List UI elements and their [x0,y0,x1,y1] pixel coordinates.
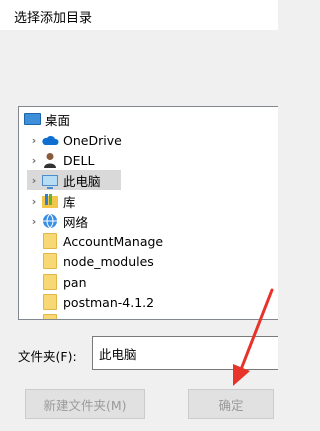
tree-item-libraries[interactable]: › 库 [27,191,76,211]
folder-icon [41,253,59,269]
tree-item-network[interactable]: › 网络 [27,211,88,231]
tree-item-label: AccountManage [63,233,164,249]
tree-item-label: pan [63,274,87,290]
dialog-titlebar: 选择添加目录 [0,0,278,30]
folder-icon [41,233,59,249]
folder-icon [41,294,59,310]
folder-path-input[interactable]: 此电脑 [92,336,278,370]
tree-item-label: 库 [63,194,76,210]
tree-item-node-modules[interactable]: node_modules [41,251,154,271]
tree-item-label: 此电脑 [63,173,101,189]
tree-item-label: 网络 [63,214,89,230]
folder-icon [41,314,59,319]
tree-item-this-pc[interactable]: › 此电脑 [27,170,121,190]
tree-item-label: DELL [63,152,95,168]
tree-item-onedrive[interactable]: › OneDrive [27,130,122,150]
folder-field-label: 文件夹(F): [18,349,77,364]
ok-button-label: 确定 [218,397,244,413]
new-folder-button[interactable]: 新建文件夹(M) [25,389,145,419]
tree-item-label: node_modules [63,253,154,269]
tree-item-postman[interactable]: postman-4.1.2 [41,292,154,312]
tree-item-dell[interactable]: › DELL [27,150,94,170]
desktop-icon [23,111,41,127]
chevron-right-icon[interactable]: › [27,170,41,190]
new-folder-button-label: 新建文件夹(M) [43,397,127,413]
chevron-right-icon[interactable]: › [27,150,41,170]
chevron-right-icon[interactable]: › [27,130,41,150]
tree-item-label: OneDrive [63,132,122,148]
tree-item-desktop[interactable]: 桌面 [23,109,70,129]
chevron-right-icon[interactable]: › [27,211,41,231]
tree-item-accountmanage[interactable]: AccountManage [41,231,163,251]
tree-item-pan[interactable]: pan [41,272,87,292]
library-icon [41,193,59,209]
chevron-right-icon[interactable]: › [27,191,41,211]
dialog-title: 选择添加目录 [14,11,93,26]
tree-item-label: 桌面 [45,112,71,128]
folder-tree[interactable]: 桌面 › OneDrive › DELL › 此电脑 › 库 › 网络 Acco… [18,106,278,320]
tree-item-partial[interactable] [41,312,63,319]
select-directory-dialog: 选择添加目录 桌面 › OneDrive › DELL › 此电脑 › 库 › … [0,0,278,431]
folder-path-value: 此电脑 [99,347,137,362]
network-icon [41,213,59,229]
cloud-icon [41,132,59,148]
ok-button[interactable]: 确定 [188,389,274,419]
computer-icon [41,172,59,189]
folder-icon [41,274,59,290]
user-icon [41,152,59,168]
tree-item-label: postman-4.1.2 [63,294,155,310]
